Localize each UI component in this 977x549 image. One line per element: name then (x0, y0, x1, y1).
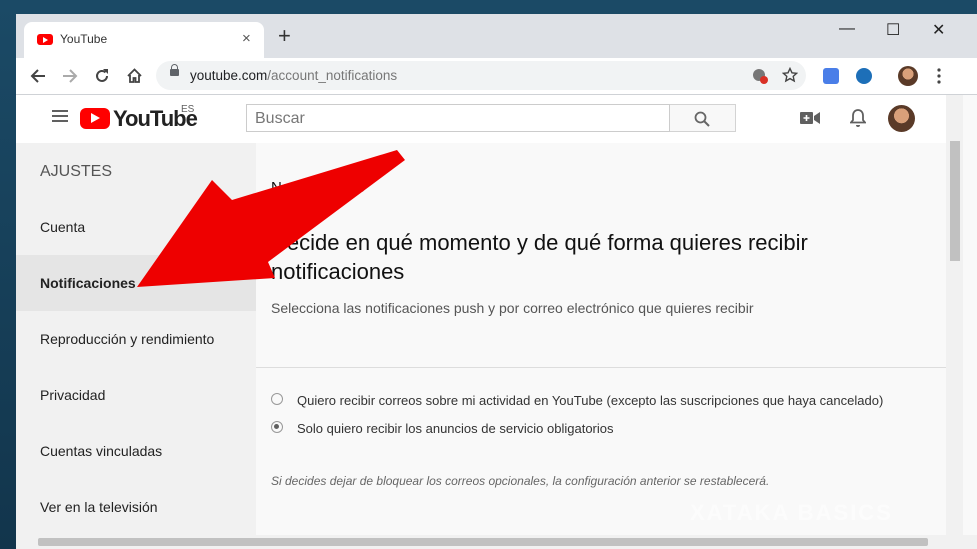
translate-extension-icon[interactable] (823, 68, 839, 84)
sidebar-item-label: Notificaciones (40, 275, 136, 291)
settings-note: Si decides dejar de bloquear los correos… (271, 474, 770, 488)
create-video-icon[interactable] (800, 111, 820, 125)
youtube-logo-icon[interactable] (80, 108, 110, 129)
watermark-text: XATAKA BASICS (690, 500, 893, 525)
notifications-bell-icon[interactable] (850, 108, 866, 128)
browser-menu-icon[interactable] (936, 68, 942, 84)
maximize-button[interactable]: ☐ (886, 20, 900, 40)
youtube-header: YouTube ES Buscar (16, 95, 946, 143)
search-placeholder: Buscar (255, 110, 305, 127)
youtube-favicon-icon (37, 34, 53, 45)
lock-icon (170, 64, 179, 76)
url-path: /account_notifications (267, 68, 398, 83)
account-avatar[interactable] (888, 105, 915, 132)
settings-sidebar: AJUSTES Cuenta Notificaciones Reproducci… (16, 143, 256, 535)
hamburger-menu-icon[interactable] (52, 109, 68, 123)
settings-content: Notificaciones Decide en qué momento y d… (256, 143, 946, 535)
sidebar-item-reproduccion[interactable]: Reproducción y rendimiento (16, 311, 256, 367)
url-text: youtube.com/account_notifications (190, 68, 397, 83)
sidebar-item-label: Ver en la televisión (40, 499, 158, 515)
browser-tab-youtube[interactable]: YouTube × (24, 22, 264, 58)
profile-avatar-icon[interactable] (898, 66, 918, 86)
sidebar-item-notificaciones[interactable]: Notificaciones (16, 255, 256, 311)
minimize-button[interactable]: — (839, 20, 855, 38)
vertical-scrollbar-thumb[interactable] (950, 141, 960, 261)
radio-label-activity-emails[interactable]: Quiero recibir correos sobre mi activida… (297, 393, 883, 408)
region-badge: ES (181, 104, 195, 115)
section-heading: Notificaciones (271, 179, 365, 196)
sidebar-item-label: Reproducción y rendimiento (40, 331, 215, 347)
address-bar[interactable]: youtube.com/account_notifications (156, 61, 806, 90)
section-divider (256, 367, 946, 368)
bookmark-star-icon[interactable] (782, 67, 798, 83)
web-page: YouTube ES Buscar AJUSTES Cuenta Notific… (16, 95, 977, 535)
tab-title: YouTube (60, 32, 108, 46)
radio-label-mandatory-only[interactable]: Solo quiero recibir los anuncios de serv… (297, 421, 614, 436)
sidebar-item-cuentas-vinculadas[interactable]: Cuentas vinculadas (16, 423, 256, 479)
reload-icon[interactable] (94, 68, 110, 84)
tab-strip: YouTube × + — ☐ ✕ (16, 14, 977, 58)
sidebar-item-label: Privacidad (40, 387, 106, 403)
url-domain: youtube.com (190, 68, 268, 83)
horizontal-scrollbar-thumb[interactable] (38, 538, 928, 546)
forward-arrow-icon[interactable] (62, 68, 78, 84)
browser-window: YouTube × + — ☐ ✕ youtube.com/account_no… (16, 14, 977, 549)
radio-mandatory-only[interactable] (271, 421, 283, 433)
radio-activity-emails[interactable] (271, 393, 283, 405)
home-icon[interactable] (126, 67, 143, 84)
sidebar-title: AJUSTES (40, 163, 113, 180)
search-icon (694, 111, 710, 127)
back-arrow-icon[interactable] (30, 68, 46, 84)
horizontal-scrollbar[interactable] (16, 535, 977, 549)
blocked-cookies-icon[interactable] (752, 68, 768, 84)
search-input[interactable]: Buscar (246, 104, 670, 132)
new-tab-button[interactable]: + (278, 25, 291, 47)
close-window-button[interactable]: ✕ (932, 20, 945, 40)
sidebar-item-label: Cuentas vinculadas (40, 443, 163, 459)
search-button[interactable] (670, 104, 736, 132)
browser-toolbar: youtube.com/account_notifications (16, 58, 977, 94)
sidebar-item-label: Cuenta (40, 219, 86, 235)
page-subtitle: Selecciona las notificaciones push y por… (271, 300, 754, 316)
sidebar-item-television[interactable]: Ver en la televisión (16, 479, 256, 535)
sidebar-item-privacidad[interactable]: Privacidad (16, 367, 256, 423)
page-title: Decide en qué momento y de qué forma qui… (271, 230, 808, 284)
tab-close-icon[interactable]: × (242, 30, 251, 47)
extension-icon[interactable] (856, 68, 872, 84)
sidebar-item-cuenta[interactable]: Cuenta (16, 199, 256, 255)
